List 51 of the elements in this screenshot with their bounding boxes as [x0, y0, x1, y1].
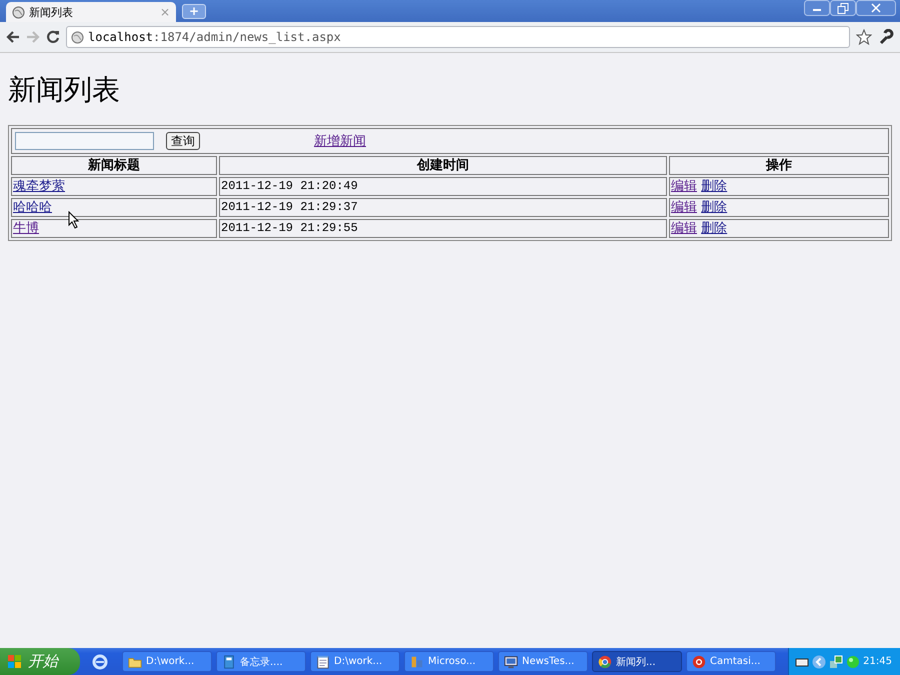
network-icon[interactable]: [829, 654, 844, 668]
news-title-link[interactable]: 魂牵梦萦: [13, 179, 65, 194]
taskbar-button[interactable]: NewsTes...: [498, 651, 588, 672]
close-icon[interactable]: [856, 0, 896, 16]
minimize-icon[interactable]: [804, 0, 830, 16]
restore-icon[interactable]: [830, 0, 856, 16]
table-cell: 2011-12-19 21:29:37: [219, 198, 667, 217]
reload-icon[interactable]: [46, 30, 60, 44]
mouse-pointer-icon: [68, 211, 80, 229]
globe-icon[interactable]: [846, 654, 860, 668]
taskbar-button[interactable]: Camtasi...: [686, 651, 776, 672]
taskbar-button[interactable]: D:\work...: [310, 651, 400, 672]
clock: 21:45: [863, 656, 892, 667]
taskbar-button[interactable]: 备忘录....: [216, 651, 306, 672]
back-icon[interactable]: [6, 30, 20, 44]
column-header: 创建时间: [219, 156, 667, 175]
delete-link[interactable]: 删除: [701, 179, 728, 194]
edit-link[interactable]: 编辑: [671, 221, 697, 236]
taskbar-button[interactable]: D:\work...: [122, 651, 212, 672]
windows-logo-icon: [8, 654, 22, 668]
start-button[interactable]: 开始: [0, 648, 80, 675]
chrome-icon: [598, 654, 612, 668]
news-title-link[interactable]: 牛博: [13, 221, 39, 236]
table-cell: 2011-12-19 21:29:55: [219, 219, 667, 238]
record-icon: [692, 654, 706, 668]
notebook-icon: [222, 654, 236, 668]
browser-tab[interactable]: 新闻列表 ×: [6, 2, 176, 22]
table-cell: 2011-12-19 21:20:49: [219, 177, 667, 196]
url-text: localhost:1874/admin/news_list.aspx: [88, 30, 341, 44]
edit-link[interactable]: 编辑: [671, 179, 697, 194]
taskbar-button[interactable]: 新闻列...: [592, 651, 682, 672]
add-news-link[interactable]: 新增新闻: [314, 132, 366, 150]
column-header: 操作: [669, 156, 889, 175]
column-header: 新闻标题: [11, 156, 217, 175]
edit-link[interactable]: 编辑: [671, 200, 697, 215]
globe-icon: [12, 6, 25, 18]
keyboard-icon[interactable]: [795, 656, 810, 668]
tab-title: 新闻列表: [29, 4, 74, 20]
globe-icon: [71, 30, 84, 44]
search-field[interactable]: [15, 132, 154, 150]
toolbox-icon: [410, 654, 424, 668]
news-title-link[interactable]: 哈哈哈: [13, 200, 52, 215]
star-icon[interactable]: [856, 29, 872, 45]
address-field[interactable]: localhost:1874/admin/news_list.aspx: [66, 26, 850, 48]
notepad-icon: [316, 654, 330, 668]
taskbar-button[interactable]: Microso...: [404, 651, 494, 672]
page-heading: 新闻列表: [8, 72, 121, 108]
delete-link[interactable]: 删除: [701, 221, 728, 236]
monitor-icon: [504, 654, 518, 668]
search-button[interactable]: 查询: [166, 132, 200, 150]
delete-link[interactable]: 删除: [701, 200, 728, 215]
